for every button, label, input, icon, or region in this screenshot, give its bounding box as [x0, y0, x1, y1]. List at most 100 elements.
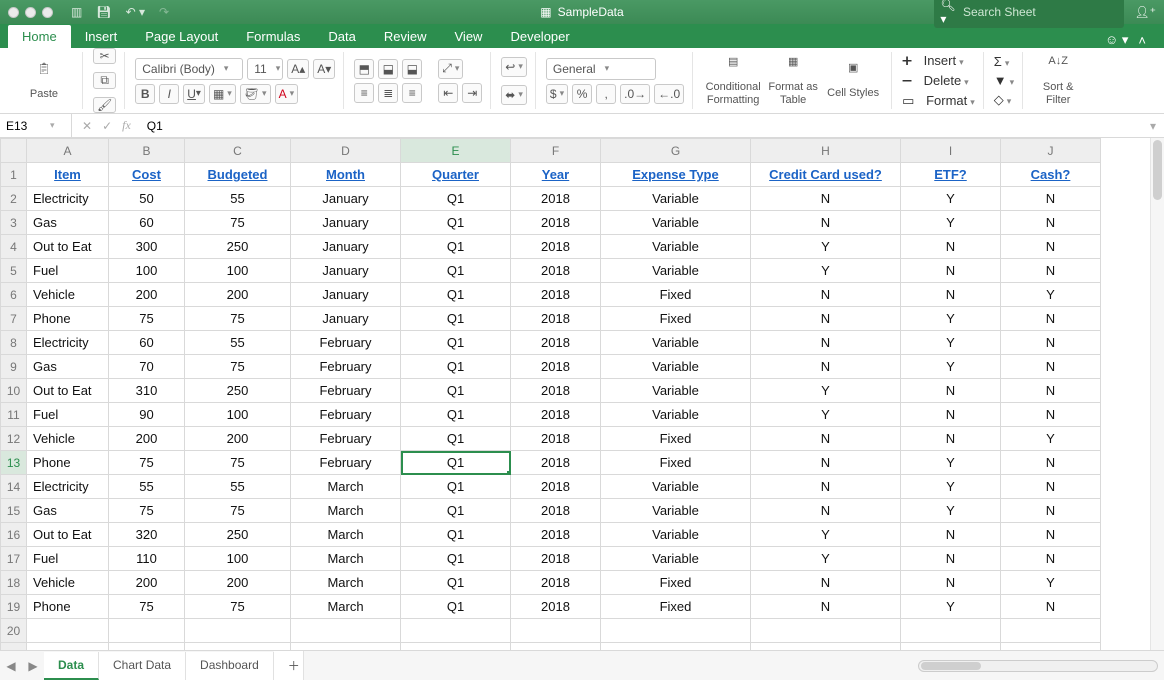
align-left-icon[interactable]: ≡ [354, 83, 374, 103]
cell-A18[interactable]: Vehicle [27, 571, 109, 595]
cell-I9[interactable]: Y [901, 355, 1001, 379]
cell-D7[interactable]: January [291, 307, 401, 331]
cell-I7[interactable]: Y [901, 307, 1001, 331]
autosum-button[interactable]: Σ [994, 54, 1010, 69]
cell-B14[interactable]: 55 [109, 475, 185, 499]
table-header-year[interactable]: Year [511, 163, 601, 187]
vertical-scrollbar[interactable] [1150, 138, 1164, 650]
cell-F2[interactable]: 2018 [511, 187, 601, 211]
spreadsheet-grid[interactable]: ABCDEFGHIJ1ItemCostBudgetedMonthQuarterY… [0, 138, 1164, 650]
cell-C5[interactable]: 100 [185, 259, 291, 283]
cell-C6[interactable]: 200 [185, 283, 291, 307]
fill-button[interactable]: ▼ [994, 73, 1014, 88]
row-header-14[interactable]: 14 [1, 475, 27, 499]
percent-button[interactable]: % [572, 84, 592, 104]
row-header-21[interactable]: 21 [1, 643, 27, 651]
cell-D5[interactable]: January [291, 259, 401, 283]
row-header-11[interactable]: 11 [1, 403, 27, 427]
cell-C8[interactable]: 55 [185, 331, 291, 355]
cell-F18[interactable]: 2018 [511, 571, 601, 595]
row-header-20[interactable]: 20 [1, 619, 27, 643]
cell-J3[interactable]: N [1001, 211, 1101, 235]
formula-input[interactable] [141, 119, 1142, 133]
close-window-icon[interactable] [8, 7, 19, 18]
cell-G20[interactable] [601, 619, 751, 643]
cell-H16[interactable]: Y [751, 523, 901, 547]
clear-button[interactable]: ◇ [994, 92, 1012, 108]
cell-G9[interactable]: Variable [601, 355, 751, 379]
table-header-etf[interactable]: ETF? [901, 163, 1001, 187]
table-header-month[interactable]: Month [291, 163, 401, 187]
cell-E13[interactable]: Q1 [401, 451, 511, 475]
cell-D21[interactable] [291, 643, 401, 651]
cell-J15[interactable]: N [1001, 499, 1101, 523]
cell-E20[interactable] [401, 619, 511, 643]
cell-G19[interactable]: Fixed [601, 595, 751, 619]
cell-D2[interactable]: January [291, 187, 401, 211]
cell-H12[interactable]: N [751, 427, 901, 451]
cell-H5[interactable]: Y [751, 259, 901, 283]
cell-F9[interactable]: 2018 [511, 355, 601, 379]
underline-button[interactable]: U▾ [183, 84, 205, 104]
cell-H9[interactable]: N [751, 355, 901, 379]
cell-B21[interactable] [109, 643, 185, 651]
cell-J5[interactable]: N [1001, 259, 1101, 283]
row-header-7[interactable]: 7 [1, 307, 27, 331]
cell-J13[interactable]: N [1001, 451, 1101, 475]
cell-B20[interactable] [109, 619, 185, 643]
decrease-font-icon[interactable]: A▾ [313, 59, 335, 79]
cell-J21[interactable] [1001, 643, 1101, 651]
cell-J16[interactable]: N [1001, 523, 1101, 547]
row-header-18[interactable]: 18 [1, 571, 27, 595]
cell-E21[interactable] [401, 643, 511, 651]
cell-I6[interactable]: N [901, 283, 1001, 307]
minimize-window-icon[interactable] [25, 7, 36, 18]
row-header-6[interactable]: 6 [1, 283, 27, 307]
select-all-corner[interactable] [1, 139, 27, 163]
cell-F14[interactable]: 2018 [511, 475, 601, 499]
row-header-3[interactable]: 3 [1, 211, 27, 235]
cell-C3[interactable]: 75 [185, 211, 291, 235]
increase-decimal-icon[interactable]: .0→ [620, 84, 650, 104]
font-size-select[interactable]: 11 [247, 58, 283, 80]
cell-J7[interactable]: N [1001, 307, 1101, 331]
cell-C21[interactable] [185, 643, 291, 651]
cell-A19[interactable]: Phone [27, 595, 109, 619]
cell-I10[interactable]: N [901, 379, 1001, 403]
table-header-budgeted[interactable]: Budgeted [185, 163, 291, 187]
cell-E3[interactable]: Q1 [401, 211, 511, 235]
row-header-1[interactable]: 1 [1, 163, 27, 187]
increase-indent-icon[interactable]: ⇥ [462, 83, 482, 103]
cell-C12[interactable]: 200 [185, 427, 291, 451]
cell-H15[interactable]: N [751, 499, 901, 523]
cell-D3[interactable]: January [291, 211, 401, 235]
column-header-H[interactable]: H [751, 139, 901, 163]
decrease-indent-icon[interactable]: ⇤ [438, 83, 458, 103]
conditional-formatting-button[interactable]: ▤ Conditional Formatting [703, 53, 763, 109]
align-right-icon[interactable]: ≡ [402, 83, 422, 103]
cell-B6[interactable]: 200 [109, 283, 185, 307]
add-sheet-button[interactable]: ＋ [274, 651, 304, 680]
cell-H10[interactable]: Y [751, 379, 901, 403]
cell-A9[interactable]: Gas [27, 355, 109, 379]
cell-D20[interactable] [291, 619, 401, 643]
format-as-table-button[interactable]: ▦ Format as Table [763, 53, 823, 109]
fill-color-button[interactable]: 🪣︎ [240, 84, 271, 104]
cell-J14[interactable]: N [1001, 475, 1101, 499]
cell-G2[interactable]: Variable [601, 187, 751, 211]
cell-A8[interactable]: Electricity [27, 331, 109, 355]
cell-E14[interactable]: Q1 [401, 475, 511, 499]
cell-F7[interactable]: 2018 [511, 307, 601, 331]
cell-F16[interactable]: 2018 [511, 523, 601, 547]
cell-F15[interactable]: 2018 [511, 499, 601, 523]
decrease-decimal-icon[interactable]: ←.0 [654, 84, 684, 104]
font-family-select[interactable]: Calibri (Body) [135, 58, 243, 80]
copy-icon[interactable]: ⧉ [93, 72, 116, 89]
cell-C18[interactable]: 200 [185, 571, 291, 595]
cell-G3[interactable]: Variable [601, 211, 751, 235]
cell-E19[interactable]: Q1 [401, 595, 511, 619]
column-header-B[interactable]: B [109, 139, 185, 163]
increase-font-icon[interactable]: A▴ [287, 59, 309, 79]
cell-F19[interactable]: 2018 [511, 595, 601, 619]
cell-A5[interactable]: Fuel [27, 259, 109, 283]
